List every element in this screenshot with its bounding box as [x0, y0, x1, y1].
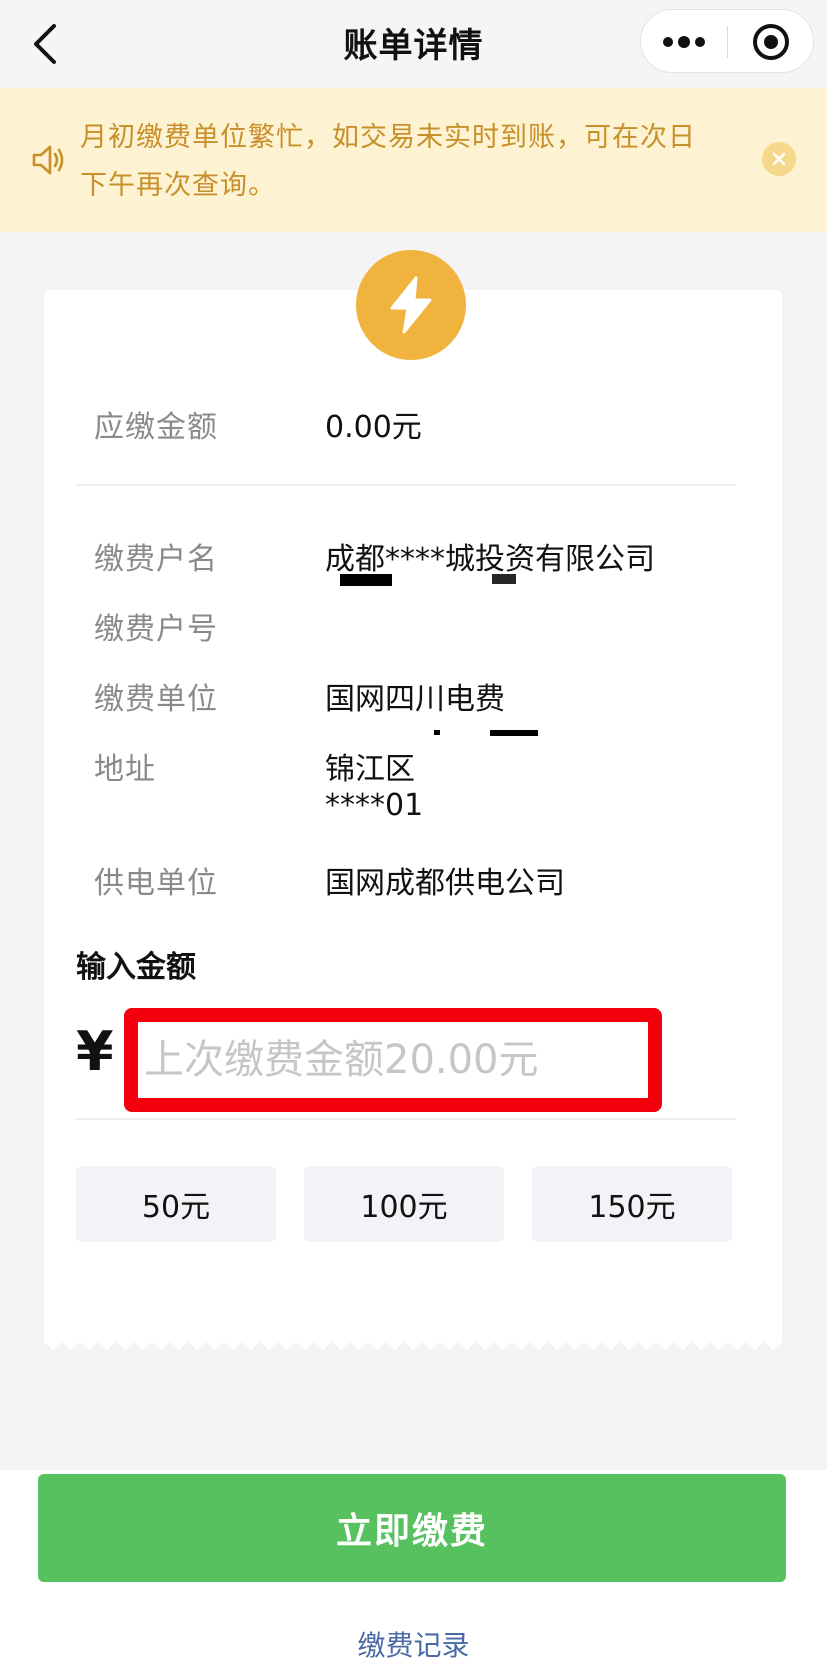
address-value-line2: ****01 — [325, 788, 424, 823]
redaction-mark — [492, 574, 516, 584]
close-miniprogram-button[interactable] — [728, 10, 814, 74]
electricity-badge — [356, 250, 466, 360]
more-button[interactable] — [641, 10, 727, 74]
supplier-label: 供电单位 — [94, 866, 218, 901]
address-value-line1: 锦江区 — [325, 752, 415, 787]
notice-bar: 月初缴费单位繁忙，如交易未实时到账，可在次日下午再次查询。 — [0, 88, 827, 232]
lightning-bolt-icon — [390, 276, 432, 334]
pay-now-button[interactable]: 立即缴费 — [38, 1474, 786, 1582]
currency-symbol: ¥ — [76, 1020, 114, 1083]
more-dots-icon — [663, 36, 705, 48]
redaction-mark — [340, 574, 392, 586]
account-name-label: 缴费户名 — [94, 542, 218, 577]
amount-input-box — [124, 1008, 662, 1112]
divider — [76, 484, 736, 486]
quick-amount-50-button[interactable]: 50元 — [76, 1166, 276, 1242]
input-amount-title: 输入金额 — [76, 950, 196, 985]
notice-text: 月初缴费单位繁忙，如交易未实时到账，可在次日下午再次查询。 — [80, 122, 696, 201]
speaker-icon — [32, 145, 64, 175]
address-label: 地址 — [94, 752, 156, 787]
account-number-label: 缴费户号 — [94, 612, 218, 647]
target-circle-icon — [753, 24, 789, 60]
quick-amount-150-button[interactable]: 150元 — [532, 1166, 732, 1242]
amount-input[interactable] — [144, 1028, 642, 1092]
billing-unit-value: 国网四川电费 — [325, 682, 505, 717]
nav-bar: 账单详情 — [0, 0, 827, 88]
billing-unit-label: 缴费单位 — [94, 682, 218, 717]
account-name-value: 成都****城投资有限公司 — [325, 542, 655, 577]
receipt-edge — [44, 1336, 782, 1350]
supplier-value: 国网成都供电公司 — [325, 866, 565, 901]
payment-records-link[interactable]: 缴费记录 — [0, 1624, 827, 1664]
input-underline — [76, 1118, 736, 1120]
amount-due-value: 0.00元 — [325, 410, 422, 445]
mini-program-capsule — [640, 9, 814, 73]
quick-amount-100-button[interactable]: 100元 — [304, 1166, 504, 1242]
redaction-mark — [434, 730, 440, 735]
redaction-mark — [490, 730, 538, 736]
amount-due-label: 应缴金额 — [94, 410, 218, 445]
notice-close-button[interactable] — [762, 142, 796, 176]
close-icon — [772, 152, 786, 166]
